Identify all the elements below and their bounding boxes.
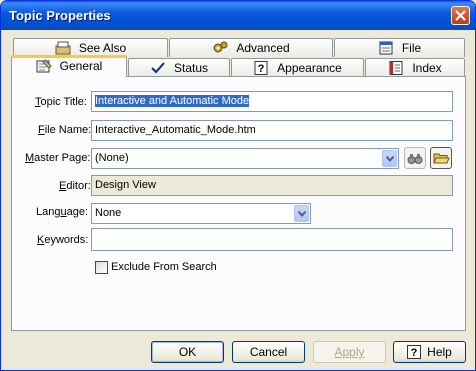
master-page-select[interactable]: (None) — [91, 148, 399, 169]
topic-title-value: Interactive and Automatic Mode — [95, 95, 250, 107]
cancel-button[interactable]: Cancel — [232, 341, 305, 363]
topic-properties-dialog: Topic Properties See Also Advanced File — [0, 0, 476, 371]
chevron-down-icon — [298, 211, 306, 217]
tab-general-label: General — [59, 59, 103, 73]
file-name-value: Interactive_Automatic_Mode.htm — [95, 124, 256, 136]
tab-index[interactable]: Index — [365, 58, 465, 77]
tab-general[interactable]: General — [11, 55, 127, 77]
topic-title-input[interactable]: Interactive and Automatic Mode — [91, 91, 453, 112]
tab-status-label: Status — [173, 61, 209, 75]
index-icon — [389, 60, 403, 75]
view-master-page-button[interactable] — [404, 147, 426, 169]
close-button[interactable] — [451, 6, 470, 25]
help-button[interactable]: ? Help — [393, 341, 466, 363]
tab-file[interactable]: File — [334, 38, 465, 57]
svg-text:?: ? — [411, 347, 418, 359]
keywords-label: Keywords: — [37, 234, 89, 246]
tab-see-also-label: See Also — [78, 41, 127, 55]
exclude-from-search-checkbox[interactable] — [95, 261, 108, 274]
language-select[interactable]: None — [91, 203, 311, 224]
master-page-value: (None) — [95, 152, 129, 164]
binoculars-icon — [407, 154, 423, 164]
tab-status[interactable]: Status — [128, 58, 230, 77]
chevron-down-icon — [386, 156, 394, 162]
editor-value: Design View — [95, 179, 156, 191]
editor-field: Design View — [91, 175, 453, 196]
apply-button-label: Apply — [334, 345, 365, 359]
language-value: None — [95, 207, 122, 219]
file-icon — [379, 41, 393, 55]
see-also-icon — [55, 41, 71, 55]
question-icon: ? — [254, 60, 268, 75]
close-icon — [455, 10, 466, 21]
master-page-dropdown-button[interactable] — [382, 150, 397, 167]
general-panel: Topic Title: Interactive and Automatic M… — [11, 76, 466, 331]
dialog-title: Topic Properties — [9, 8, 111, 23]
tab-advanced-label: Advanced — [236, 41, 290, 55]
tab-advanced[interactable]: Advanced — [169, 38, 333, 57]
open-folder-icon — [433, 153, 450, 164]
exclude-from-search-label[interactable]: Exclude From Search — [111, 261, 217, 273]
editor-label: Editor: — [59, 180, 91, 192]
language-dropdown-button[interactable] — [294, 205, 309, 222]
title-bar[interactable]: Topic Properties — [1, 1, 475, 30]
keywords-input[interactable] — [91, 228, 453, 251]
tab-file-label: File — [401, 41, 422, 55]
general-icon — [36, 59, 52, 73]
svg-text:?: ? — [258, 63, 265, 75]
language-label: Language: — [36, 206, 89, 218]
tab-index-label: Index — [412, 61, 442, 75]
file-name-label: File Name: — [38, 124, 92, 136]
browse-master-page-button[interactable] — [430, 147, 452, 169]
gear-icon — [213, 41, 228, 53]
help-button-label: Help — [427, 345, 452, 359]
checkmark-icon — [151, 62, 165, 74]
tab-appearance[interactable]: ? Appearance — [231, 58, 364, 77]
apply-button[interactable]: Apply — [313, 341, 386, 363]
ok-button[interactable]: OK — [151, 341, 224, 363]
file-name-input[interactable]: Interactive_Automatic_Mode.htm — [91, 120, 453, 141]
help-icon: ? — [407, 344, 422, 359]
tab-appearance-label: Appearance — [277, 61, 342, 75]
topic-title-label: Topic Title: — [35, 96, 87, 108]
master-page-label: Master Page: — [25, 152, 91, 164]
